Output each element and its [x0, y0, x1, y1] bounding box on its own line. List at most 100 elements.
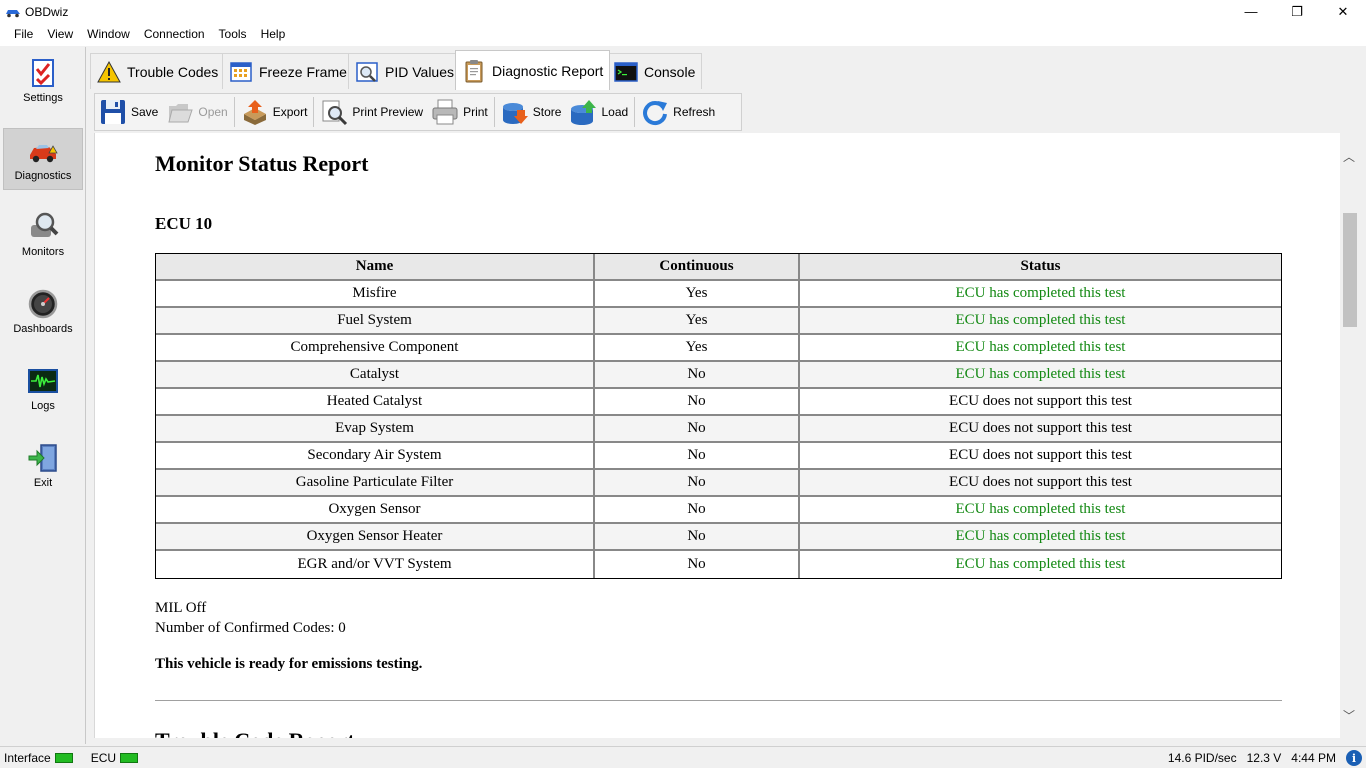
- toolbar-separator: [493, 97, 495, 127]
- monitor-status: ECU has completed this test: [800, 497, 1281, 524]
- monitor-status: ECU has completed this test: [800, 524, 1281, 551]
- print-preview-label: Print Preview: [352, 105, 424, 119]
- table-row: Gasoline Particulate Filter No ECU does no…: [156, 470, 1281, 497]
- tab-console[interactable]: Console: [607, 53, 703, 89]
- menu-tools[interactable]: Tools: [212, 23, 254, 46]
- monitor-name: EGR and/or VVT System: [156, 551, 595, 578]
- tab-label: Freeze Frame: [259, 63, 347, 80]
- print-button[interactable]: Print: [427, 94, 492, 130]
- monitor-status: ECU does not support this test: [800, 416, 1281, 443]
- monitor-name: Comprehensive Component: [156, 335, 595, 362]
- scroll-down-arrow-icon[interactable]: ﹀: [1340, 706, 1358, 724]
- trouble-code-report-title: Trouble Code Report: [155, 728, 355, 738]
- waveform-icon: [28, 369, 58, 393]
- restore-button[interactable]: ❐: [1274, 0, 1320, 23]
- table-row: Heated Catalyst No ECU does not support th…: [156, 389, 1281, 416]
- ecu-led-indicator: [120, 752, 139, 763]
- car-warning-icon: [30, 145, 58, 163]
- table-row: Oxygen Sensor No ECU has completed this te…: [156, 497, 1281, 524]
- table-row: Fuel System Yes ECU has completed this tes…: [156, 308, 1281, 335]
- scroll-up-arrow-icon[interactable]: ︿: [1340, 147, 1358, 165]
- menu-window[interactable]: Window: [80, 23, 137, 46]
- monitor-name: Oxygen Sensor: [156, 497, 595, 524]
- monitor-name: Fuel System: [156, 308, 595, 335]
- interface-status-label: Interface: [4, 750, 51, 765]
- toolbar-separator: [313, 97, 315, 127]
- load-button[interactable]: Load: [565, 94, 632, 130]
- status-bar: Interface ECU 14.6 PID/sec 12.3 V 4:44 P…: [0, 746, 1366, 768]
- load-database-icon: [571, 100, 597, 125]
- tab-freeze-frame[interactable]: Freeze Frame: [222, 53, 354, 89]
- gauge-icon: [28, 289, 58, 319]
- mil-summary: MIL Off Number of Confirmed Codes: 0: [155, 598, 346, 638]
- sidebar-item-label: Diagnostics: [14, 170, 72, 182]
- pid-values-icon: [356, 61, 378, 82]
- monitor-status: ECU has completed this test: [800, 362, 1281, 389]
- sidebar-item-diagnostics[interactable]: Diagnostics: [3, 128, 83, 190]
- menu-file[interactable]: File: [7, 23, 40, 46]
- table-row: Comprehensive Component Yes ECU has comple…: [156, 335, 1281, 362]
- monitor-status: ECU does not support this test: [800, 389, 1281, 416]
- sidebar-item-label: Dashboards: [13, 323, 73, 335]
- menu-connection[interactable]: Connection: [137, 23, 212, 46]
- floppy-disk-icon: [101, 100, 125, 124]
- exit-door-icon: [28, 444, 57, 472]
- monitor-name: Heated Catalyst: [156, 389, 595, 416]
- emissions-ready-message: This vehicle is ready for emissions test…: [155, 656, 423, 672]
- sidebar-item-settings[interactable]: Settings: [3, 51, 83, 113]
- export-button[interactable]: Export: [237, 94, 312, 130]
- monitor-status: ECU has completed this test: [800, 281, 1281, 308]
- tab-trouble-codes[interactable]: Trouble Codes: [90, 53, 226, 89]
- open-button[interactable]: Open: [162, 94, 231, 130]
- store-database-icon: [502, 103, 528, 124]
- clipboard-icon: [465, 59, 483, 82]
- print-preview-button[interactable]: Print Preview: [316, 94, 427, 130]
- left-sidebar: Settings Diagnostics Monitors Dashboards: [0, 47, 86, 744]
- monitor-status: ECU does not support this test: [800, 470, 1281, 497]
- scrollbar-thumb[interactable]: [1343, 213, 1357, 327]
- clock-time: 4:44 PM: [1291, 751, 1336, 765]
- store-button[interactable]: Store: [497, 94, 566, 130]
- monitor-status: ECU has completed this test: [955, 556, 1126, 572]
- toolbar-separator: [634, 97, 636, 127]
- report-toolbar: Save Open Export Print Preview Print Sto…: [94, 93, 742, 131]
- monitor-name: Evap System: [156, 416, 595, 443]
- menu-help[interactable]: Help: [254, 23, 293, 46]
- table-row: Misfire Yes ECU has completed this test: [156, 281, 1281, 308]
- table-row: Oxygen Sensor Heater No ECU has completed …: [156, 524, 1281, 551]
- report-view[interactable]: Monitor Status Report ECU 10 Name Contin…: [94, 133, 1340, 738]
- monitor-continuous: No: [595, 524, 800, 551]
- vertical-scrollbar[interactable]: ︿ ﹀: [1340, 133, 1358, 738]
- table-header-row: Name Continuous Status: [156, 254, 1281, 281]
- monitor-status: ECU has completed this test: [800, 308, 1281, 335]
- tab-pid-values[interactable]: PID Values: [348, 53, 461, 89]
- export-icon: [243, 100, 266, 125]
- refresh-button[interactable]: Refresh: [637, 94, 719, 130]
- minimize-button[interactable]: —: [1228, 0, 1274, 23]
- info-icon[interactable]: i: [1346, 750, 1362, 766]
- section-divider: [155, 700, 1282, 701]
- close-button[interactable]: ✕: [1320, 0, 1366, 23]
- monitor-name: Secondary Air System: [156, 443, 595, 470]
- obdwiz-app-icon: [6, 9, 20, 17]
- monitor-status-table: Name Continuous Status Misfire Yes ECU has…: [155, 253, 1282, 579]
- sidebar-item-logs[interactable]: Logs: [3, 359, 83, 421]
- open-label: Open: [198, 105, 228, 119]
- sidebar-item-exit[interactable]: Exit: [3, 436, 83, 498]
- print-label: Print: [463, 105, 488, 119]
- sidebar-item-dashboards[interactable]: Dashboards: [3, 282, 83, 344]
- refresh-label: Refresh: [673, 105, 716, 119]
- tab-label: Diagnostic Report: [492, 62, 604, 79]
- confirmed-codes-count: Number of Confirmed Codes: 0: [155, 620, 346, 636]
- tab-diagnostic-report[interactable]: Diagnostic Report: [455, 50, 611, 90]
- store-label: Store: [532, 105, 562, 119]
- save-button[interactable]: Save: [95, 94, 162, 130]
- monitor-continuous: No: [595, 389, 800, 416]
- menu-view[interactable]: View: [40, 23, 80, 46]
- monitor-name: Oxygen Sensor Heater: [156, 524, 595, 551]
- sidebar-item-label: Settings: [23, 92, 63, 104]
- sidebar-item-monitors[interactable]: Monitors: [3, 205, 83, 267]
- sidebar-item-label: Monitors: [21, 246, 65, 258]
- column-header-status: Status: [800, 254, 1281, 281]
- tab-label: Trouble Codes: [127, 63, 219, 80]
